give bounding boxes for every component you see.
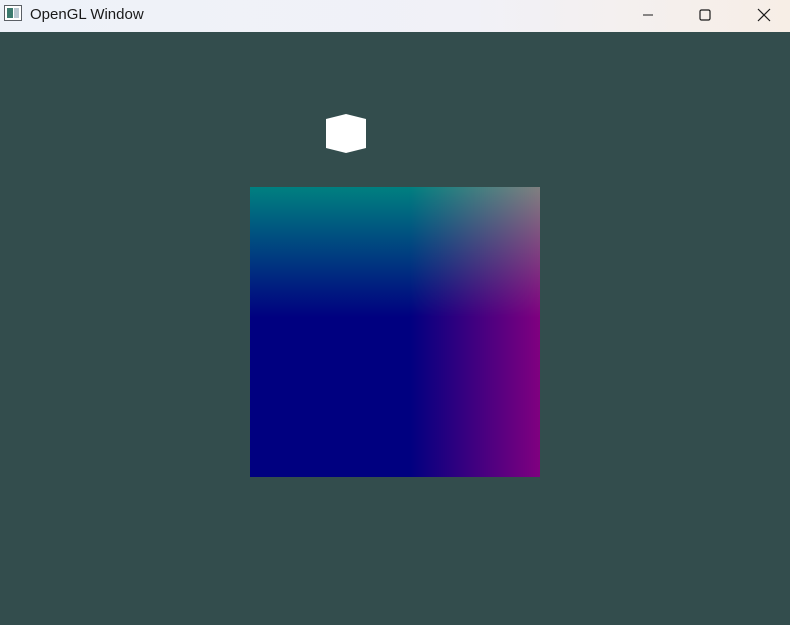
title-bar[interactable]: OpenGL Window [0,0,790,32]
minimize-icon [642,9,654,21]
light-cube-shape [326,114,366,153]
render-viewport[interactable] [0,32,790,625]
close-button[interactable] [741,0,787,30]
app-window-icon[interactable] [4,5,22,21]
quad-right-layer [250,187,540,477]
close-icon [757,8,771,22]
window-title: OpenGL Window [30,6,144,23]
maximize-button[interactable] [682,0,728,30]
minimize-button[interactable] [625,0,671,30]
gradient-quad [250,187,540,477]
opengl-window: OpenGL Window [0,0,790,625]
light-cube [325,114,367,154]
maximize-icon [699,9,711,21]
